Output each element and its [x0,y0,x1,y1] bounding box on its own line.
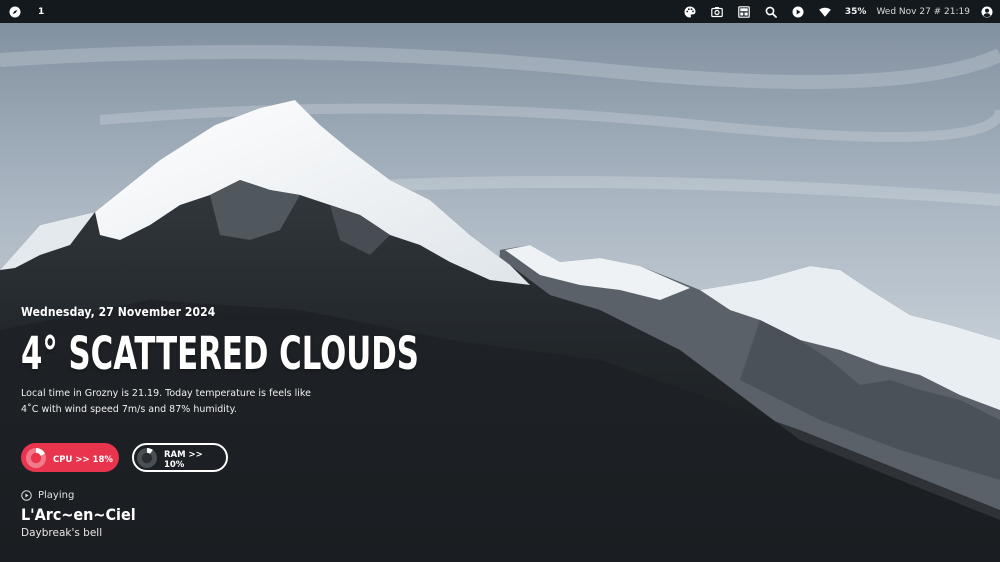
desktop: 1 35% Wed Nov 27 # 21:19 Wednesday, 27 N… [0,0,1000,562]
weather-description: Local time in Grozny is 21.19. Today tem… [21,388,311,415]
ram-usage-ring [136,447,157,468]
compass-icon[interactable] [8,5,22,19]
cpu-usage-ring [26,447,46,468]
palette-icon[interactable] [683,5,697,19]
cpu-usage-pill[interactable]: CPU >> 18% [21,443,119,472]
mountain-wallpaper [0,0,1000,562]
layout-icon[interactable] [737,5,751,19]
battery-percentage[interactable]: 35% [845,7,867,17]
track-artist: L'Arc~en~Ciel [21,505,136,524]
playing-label: Playing [38,490,75,501]
wifi-icon[interactable] [818,5,832,19]
workspace-number[interactable]: 1 [38,7,44,17]
play-circle-icon[interactable] [791,5,805,19]
top-bar: 1 35% Wed Nov 27 # 21:19 [0,0,1000,23]
user-icon[interactable] [980,5,994,19]
ram-usage-pill[interactable]: RAM >> 10% [132,443,228,472]
ram-usage-label: RAM >> 10% [163,449,203,470]
date-text: Wednesday, 27 November 2024 [21,305,216,319]
camera-icon[interactable] [710,5,724,19]
search-icon[interactable] [764,5,778,19]
play-circle-outline-icon[interactable] [21,490,32,501]
playing-status[interactable]: Playing [21,490,74,501]
weather-headline: 4° Scattered Clouds [21,327,419,380]
track-title: Daybreak's bell [21,527,103,539]
clock[interactable]: Wed Nov 27 # 21:19 [876,7,970,17]
cpu-usage-label: CPU >> 18% [53,454,113,465]
